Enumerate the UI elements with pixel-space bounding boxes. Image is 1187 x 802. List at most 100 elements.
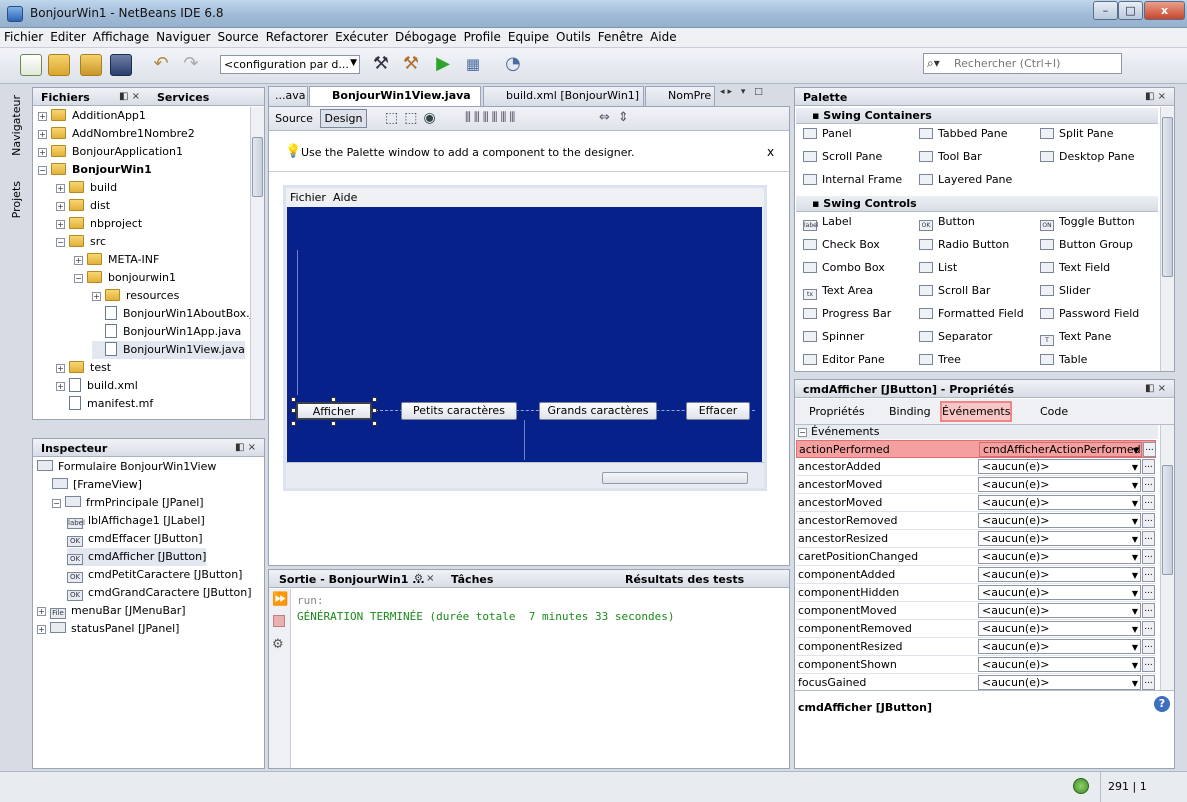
expand-toggle-icon[interactable]: + [92, 292, 101, 301]
update-icon[interactable] [1073, 778, 1089, 794]
help-icon[interactable]: ? [1154, 696, 1170, 712]
files-scrollbar[interactable] [250, 107, 264, 419]
alignment-icons[interactable]: ⫴⫴⫴⫴⫴⫴ [465, 110, 518, 126]
file-tree-item[interactable]: BonjourWin1View.java [92, 341, 245, 359]
file-tree-item[interactable]: + nbproject [56, 215, 142, 233]
property-value-select[interactable]: <aucun(e)> ▼ [978, 477, 1141, 492]
property-row[interactable]: componentAdded <aucun(e)> ▼... [796, 566, 1156, 584]
palette-item[interactable]: T Text Pane [1040, 330, 1111, 346]
minimize-panel-icon[interactable]: ◧ × [1145, 383, 1166, 394]
property-value-select[interactable]: <aucun(e)> ▼ [978, 585, 1141, 600]
menu-outils[interactable]: Outils [552, 28, 594, 44]
property-row[interactable]: actionPerformed cmdAfficherActionPerforme… [796, 440, 1156, 458]
inspector-item[interactable]: + statusPanel [JPanel] [37, 620, 179, 638]
palette-item[interactable]: Slider [1040, 284, 1090, 297]
settings-icon[interactable]: ⚙ [272, 637, 284, 652]
selection-handle[interactable] [372, 421, 377, 426]
expand-toggle-icon[interactable]: + [56, 382, 65, 391]
file-tree-item[interactable]: + META-INF [74, 251, 159, 269]
stop-icon[interactable] [273, 615, 285, 627]
palette-item[interactable]: Button Group [1040, 238, 1133, 251]
file-tree-item[interactable]: BonjourWin1AboutBox.j [92, 305, 253, 323]
property-row[interactable]: ancestorMoved <aucun(e)> ▼... [796, 494, 1156, 512]
property-value-select[interactable]: <aucun(e)> ▼ [978, 675, 1141, 690]
ellipsis-button[interactable]: ... [1142, 621, 1155, 636]
palette-item[interactable]: Separator [919, 330, 992, 343]
inspector-item[interactable]: + File menuBar [JMenuBar] [37, 602, 186, 620]
properties-scrollbar[interactable] [1160, 425, 1174, 690]
property-row[interactable]: componentShown <aucun(e)> ▼... [796, 656, 1156, 674]
expand-toggle-icon[interactable]: + [56, 184, 65, 193]
property-row[interactable]: ancestorResized <aucun(e)> ▼... [796, 530, 1156, 548]
ellipsis-button[interactable]: ... [1142, 585, 1155, 600]
design-button[interactable]: Design [320, 109, 367, 128]
palette-category[interactable]: ▪ Swing Controls [796, 196, 1158, 212]
property-row[interactable]: caretPositionChanged <aucun(e)> ▼... [796, 548, 1156, 566]
selection-handle[interactable] [331, 397, 336, 402]
files-tab[interactable]: Fichiers [41, 91, 90, 104]
selection-handle[interactable] [331, 421, 336, 426]
editor-tab-nompre[interactable]: NomPre [645, 86, 715, 106]
property-value-select[interactable]: cmdAfficherActionPerformed ▼ [979, 442, 1142, 457]
menu-refactorer[interactable]: Refactorer [262, 28, 331, 44]
new-file-icon[interactable] [20, 54, 42, 76]
menu-debogage[interactable]: Débogage [391, 28, 460, 44]
palette-item[interactable]: Scroll Pane [803, 150, 882, 163]
minimize-panel-icon[interactable]: ◧ × [1145, 91, 1166, 102]
open-project-icon[interactable] [80, 54, 102, 76]
ellipsis-button[interactable]: ... [1142, 477, 1155, 492]
tab-code[interactable]: Code [1040, 405, 1068, 418]
palette-item[interactable]: OK Button [919, 215, 975, 231]
expand-toggle-icon[interactable]: + [38, 130, 47, 139]
ellipsis-button[interactable]: ... [1142, 657, 1155, 672]
undo-icon[interactable]: ↶ [150, 54, 172, 76]
editor-tab-nav-icons[interactable]: ◂▸ ▾ □ [720, 87, 790, 103]
file-tree-item[interactable]: + build [56, 179, 117, 197]
inspector-item[interactable]: Formulaire BonjourWin1View [37, 458, 216, 476]
form-menu-fichier[interactable]: Fichier [290, 191, 326, 204]
property-value-select[interactable]: <aucun(e)> ▼ [978, 603, 1141, 618]
file-tree-item[interactable]: − BonjourWin1 [38, 161, 152, 179]
editor-tab-bonjourwin1view[interactable]: BonjourWin1View.java [309, 86, 481, 107]
tasks-tab[interactable]: Tâches [451, 573, 493, 586]
ellipsis-button[interactable]: ... [1142, 459, 1155, 474]
palette-item[interactable]: Combo Box [803, 261, 885, 274]
palette-item[interactable]: Tree [919, 353, 961, 366]
form-menu-aide[interactable]: Aide [333, 191, 357, 204]
file-tree-item[interactable]: + BonjourApplication1 [38, 143, 183, 161]
property-row[interactable]: ancestorRemoved <aucun(e)> ▼... [796, 512, 1156, 530]
inspector-item[interactable]: label lblAffichage1 [JLabel] [67, 512, 205, 530]
palette-item[interactable]: Check Box [803, 238, 880, 251]
inspector-item[interactable]: OK cmdAfficher [JButton] [67, 548, 207, 566]
property-value-select[interactable]: <aucun(e)> ▼ [978, 621, 1141, 636]
palette-item[interactable]: Internal Frame [803, 173, 902, 186]
maximize-button[interactable]: □ [1118, 1, 1143, 20]
palette-item[interactable]: Progress Bar [803, 307, 891, 320]
menu-fenetre[interactable]: Fenêtre [594, 28, 646, 44]
property-value-select[interactable]: <aucun(e)> ▼ [978, 513, 1141, 528]
services-tab[interactable]: Services [157, 91, 209, 104]
palette-item[interactable]: Table [1040, 353, 1087, 366]
file-tree-item[interactable]: + dist [56, 197, 110, 215]
palette-item[interactable]: tx Text Area [803, 284, 873, 300]
effacer-button[interactable]: Effacer [686, 402, 750, 420]
minimize-panel-icon[interactable]: ◧ × [119, 91, 140, 102]
ellipsis-button[interactable]: ... [1142, 603, 1155, 618]
palette-item[interactable]: Text Field [1040, 261, 1110, 274]
selection-mode-icons[interactable]: ⬚⬚◉ [385, 110, 442, 126]
minimize-panel-icon[interactable]: ◧ × [235, 442, 256, 453]
expand-toggle-icon[interactable]: + [74, 256, 83, 265]
palette-item[interactable]: Editor Pane [803, 353, 885, 366]
ellipsis-button[interactable]: ... [1142, 531, 1155, 546]
palette-item[interactable]: List [919, 261, 957, 274]
output-tab[interactable]: Sortie - BonjourWin1 ... [279, 573, 425, 586]
tab-binding[interactable]: Binding [889, 405, 931, 418]
menu-equipe[interactable]: Equipe [504, 28, 552, 44]
property-row[interactable]: componentMoved <aucun(e)> ▼... [796, 602, 1156, 620]
expand-toggle-icon[interactable]: + [37, 607, 46, 616]
afficher-button[interactable]: Afficher [296, 402, 372, 420]
ellipsis-button[interactable]: ... [1142, 549, 1155, 564]
palette-item[interactable]: Panel [803, 127, 852, 140]
property-value-select[interactable]: <aucun(e)> ▼ [978, 549, 1141, 564]
menu-editer[interactable]: Editer [46, 28, 89, 44]
